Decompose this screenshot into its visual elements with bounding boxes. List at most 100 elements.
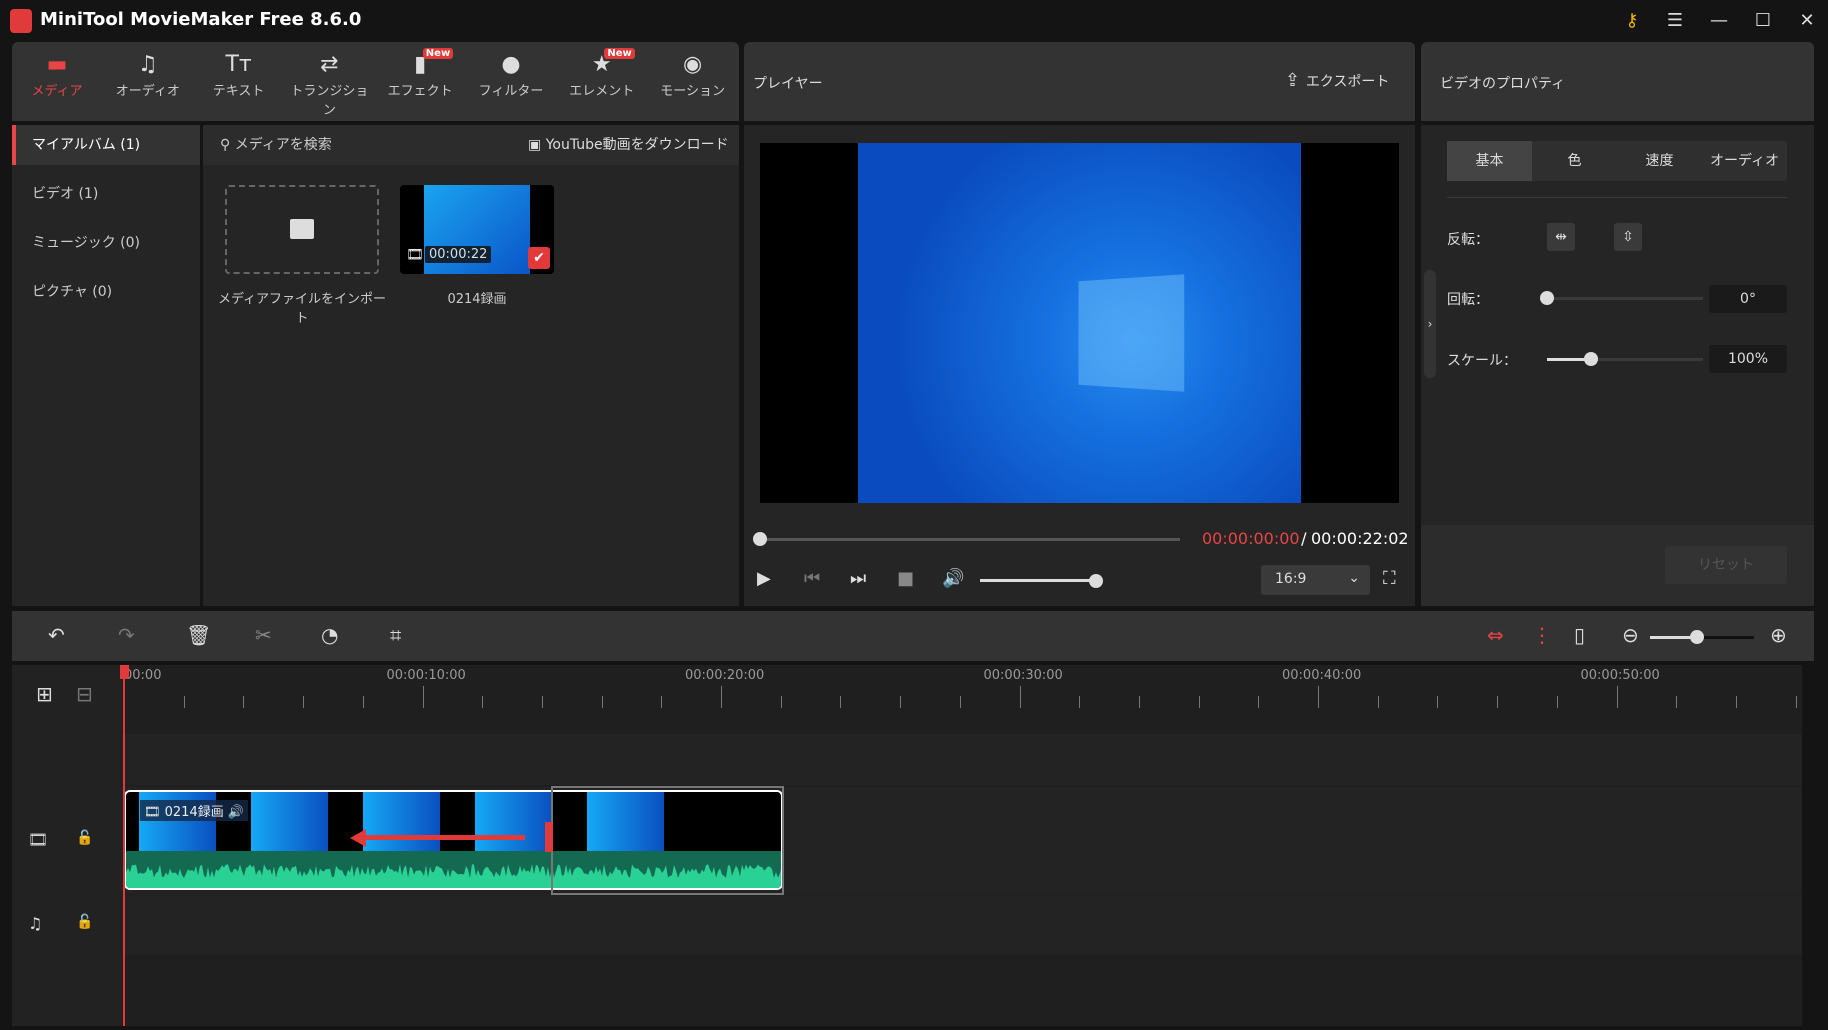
ruler-label: 00:00 — [124, 668, 161, 683]
tab-folder[interactable]: ▬メディア — [12, 50, 102, 99]
tab-speed[interactable]: 速度 — [1617, 141, 1702, 181]
ruler-tick — [1437, 696, 1438, 708]
volume-handle[interactable] — [1089, 574, 1103, 588]
playhead[interactable] — [123, 665, 125, 1026]
ruler-tick — [1676, 696, 1677, 708]
tab-color[interactable]: 色 — [1532, 141, 1617, 181]
chevron-down-icon: ⌄ — [1348, 570, 1360, 586]
tab-filter[interactable]: ●フィルター — [466, 50, 556, 99]
zoom-out-icon[interactable]: ⊖ — [1622, 623, 1639, 647]
menu-icon[interactable]: ☰ — [1660, 8, 1690, 34]
timeline-zoom-handle[interactable] — [1690, 630, 1704, 644]
collapse-panel-handle[interactable]: › — [1424, 270, 1436, 378]
ruler-label: 00:00:40:00 — [1282, 668, 1361, 683]
audio-mix-icon[interactable]: ▯ — [1574, 623, 1585, 647]
snap-icon[interactable]: ⋮ — [1532, 623, 1552, 647]
volume-slider[interactable] — [980, 579, 1096, 582]
tool-label: エレメント — [569, 84, 634, 99]
flip-label: 反転： — [1447, 229, 1489, 249]
new-badge: New — [604, 48, 634, 59]
sidebar-item-picture[interactable]: ピクチャ (0) — [12, 272, 200, 312]
folder-icon — [290, 219, 314, 239]
tool-label: オーディオ — [116, 84, 180, 99]
rotate-slider[interactable] — [1547, 297, 1703, 300]
tab-effect[interactable]: ▮エフェクトNew — [375, 50, 465, 99]
ruler-tick — [661, 696, 662, 708]
ruler-tick — [900, 696, 901, 708]
sidebar-item-music[interactable]: ミュージック (0) — [12, 223, 200, 263]
timeline-clip-name: 0214録画 — [165, 805, 224, 820]
tab-text[interactable]: Tтテキスト — [194, 50, 284, 99]
lock-icon[interactable]: 🔓 — [76, 914, 93, 930]
maximize-icon[interactable]: ☐ — [1748, 8, 1778, 34]
empty-track — [12, 734, 1802, 785]
ruler-label: 00:00:50:00 — [1581, 668, 1660, 683]
media-clip-thumbnail[interactable]: 🎞 00:00:22 ✔ — [400, 185, 554, 274]
playhead-handle[interactable] — [120, 665, 129, 679]
flip-horizontal-button[interactable]: ⇹ — [1547, 223, 1575, 251]
scale-value-input[interactable]: 100% — [1709, 345, 1787, 373]
add-track-icon[interactable]: ⊞ — [36, 682, 53, 706]
tab-music[interactable]: ♫オーディオ — [103, 50, 193, 99]
ruler-label: 00:00:30:00 — [984, 668, 1063, 683]
export-button[interactable]: ⇪ エクスポート — [1285, 70, 1389, 91]
video-preview — [760, 143, 1399, 503]
ruler-tick — [1020, 686, 1021, 708]
ruler-tick — [1736, 696, 1737, 708]
import-label: メディアファイルをインポート — [215, 288, 389, 326]
aspect-ratio-select[interactable]: 16:9 ⌄ — [1261, 565, 1370, 595]
tab-basic[interactable]: 基本 — [1447, 141, 1532, 181]
fullscreen-icon[interactable]: ⛶ — [1383, 568, 1396, 589]
clip-name: 0214録画 — [400, 288, 554, 307]
tab-transition[interactable]: ⇄トランジション — [284, 50, 374, 118]
play-button[interactable]: ▶ — [757, 568, 771, 589]
clip-duration: 00:00:22 — [425, 246, 491, 263]
undo-icon[interactable]: ↶ — [48, 623, 65, 647]
ruler-tick — [363, 696, 364, 708]
youtube-download-button[interactable]: ▣ YouTube動画をダウンロード — [528, 134, 729, 154]
previous-frame-button[interactable]: ⏮ — [804, 568, 820, 589]
close-icon[interactable]: ✕ — [1792, 8, 1822, 34]
speed-icon[interactable]: ◔ — [321, 623, 338, 647]
tab-audio[interactable]: オーディオ — [1702, 141, 1787, 181]
audio-track — [12, 895, 1802, 955]
filter-icon: ● — [466, 50, 556, 80]
ruler-tick — [781, 696, 782, 708]
ruler-tick — [1557, 696, 1558, 708]
ruler-tick — [1378, 696, 1379, 708]
aspect-value: 16:9 — [1275, 571, 1306, 587]
fit-timeline-icon[interactable]: ⇔ — [1487, 623, 1504, 647]
minimize-icon[interactable]: — — [1704, 8, 1734, 34]
split-icon[interactable]: ✂ — [255, 623, 272, 647]
rotate-handle[interactable] — [1540, 291, 1554, 305]
sidebar-item-video[interactable]: ビデオ (1) — [12, 174, 200, 214]
crop-icon[interactable]: ⌗ — [390, 623, 401, 647]
media-search-input[interactable]: ⚲ メディアを検索 — [220, 134, 332, 154]
tab-motion[interactable]: ◉モーション — [648, 50, 738, 99]
import-media-button[interactable] — [225, 185, 379, 274]
delete-icon[interactable]: 🗑 — [186, 623, 211, 647]
redo-icon[interactable]: ↷ — [118, 623, 135, 647]
player-progress-bar[interactable] — [760, 538, 1180, 541]
reset-button[interactable]: リセット — [1665, 546, 1787, 584]
video-frame — [858, 143, 1301, 503]
rotate-value-input[interactable]: 0° — [1709, 285, 1787, 313]
search-icon: ⚲ — [220, 137, 235, 153]
progress-handle[interactable] — [753, 532, 767, 546]
tab-element[interactable]: ★エレメントNew — [557, 50, 647, 99]
key-icon[interactable]: ⚷ — [1617, 8, 1647, 34]
ruler-tick — [840, 696, 841, 708]
remove-track-icon[interactable]: ⊟ — [76, 682, 93, 706]
sidebar-item-my-album[interactable]: マイアルバム (1) — [12, 125, 200, 165]
zoom-in-icon[interactable]: ⊕ — [1770, 623, 1787, 647]
volume-icon[interactable]: 🔊 — [942, 568, 964, 589]
flip-vertical-button[interactable]: ⇳ — [1614, 223, 1642, 251]
properties-title: ビデオのプロパティ — [1440, 73, 1565, 93]
lock-icon[interactable]: 🔓 — [76, 830, 93, 846]
trim-handle[interactable] — [545, 822, 553, 852]
check-icon[interactable]: ✔ — [528, 247, 550, 269]
scale-handle[interactable] — [1584, 352, 1598, 366]
next-frame-button[interactable]: ⏭ — [850, 568, 866, 589]
app-logo-icon — [10, 9, 32, 33]
stop-button[interactable]: ■ — [897, 568, 914, 589]
